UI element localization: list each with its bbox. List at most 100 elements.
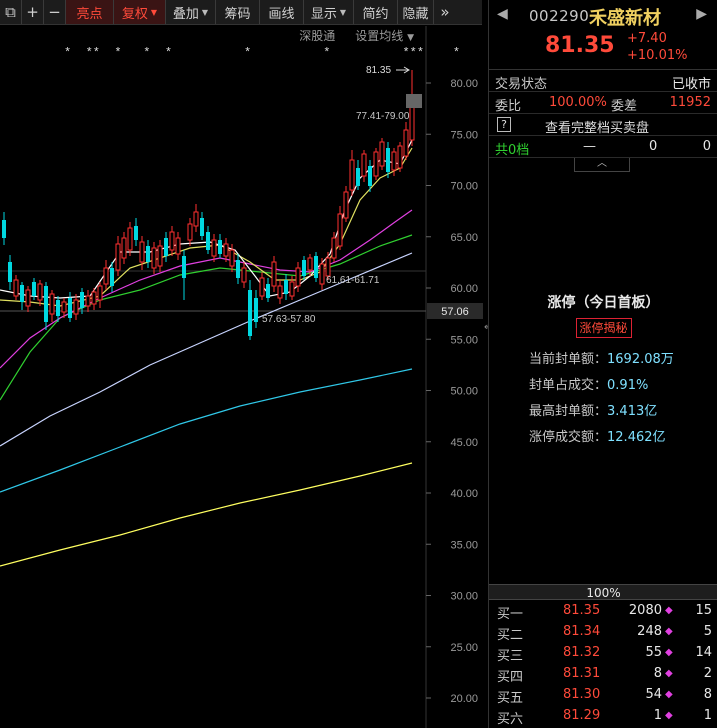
candle-up [211, 239, 217, 257]
diamond-icon: ◆ [665, 689, 673, 700]
bid-volume: 1 [653, 708, 662, 723]
limit-up-item: 最高封单额：3.413亿 [529, 404, 658, 419]
price-axis-label: 55.00 [450, 334, 478, 346]
collapse-tab[interactable]: ︿ [574, 158, 630, 172]
candle-down [386, 148, 390, 172]
svg-text:57.06: 57.06 [441, 306, 469, 318]
bid-order-count: 2 [703, 666, 712, 681]
chevron-up-icon: ︿ [597, 158, 607, 169]
last-price: 81.35 [545, 33, 615, 58]
chevron-down-icon: ▼ [339, 7, 347, 17]
candle-down [284, 280, 288, 294]
candle-up [343, 191, 349, 219]
draw-line-button[interactable]: 画线 [260, 0, 304, 24]
candle-up [379, 141, 385, 167]
prev-stock-icon[interactable]: ◀ [497, 6, 508, 22]
display-button[interactable]: 显示 ▼ [304, 0, 354, 24]
price-axis-label: 75.00 [450, 129, 478, 141]
candle-up [151, 247, 157, 269]
candle-up [127, 227, 133, 251]
candle-up [175, 237, 181, 255]
candles [2, 70, 415, 340]
candle-down [44, 286, 48, 322]
candle-down [68, 298, 72, 318]
candle-down [80, 292, 84, 308]
candle-up [259, 277, 265, 297]
bid-row[interactable]: 买三 81.32 55 ◆ 14 [489, 642, 717, 664]
market-link[interactable]: 深股通 [299, 27, 335, 44]
bid-row[interactable]: 买六 81.29 1 ◆ 1 [489, 705, 717, 727]
bid-row[interactable]: 买二 81.34 248 ◆ 5 [489, 621, 717, 643]
candle-up [337, 213, 343, 247]
limit-up-item: 涨停成交额：12.462亿 [529, 430, 666, 445]
chevron-down-icon: ▼ [407, 32, 414, 43]
candle-down [200, 218, 204, 236]
price-axis: 80.00 75.00 70.00 65.00 60.00 55.00 50.00 45.00… [426, 78, 478, 705]
overlay-button[interactable]: 叠加 ▼ [166, 0, 216, 24]
bid-price: 81.30 [563, 687, 601, 702]
bid-volume: 55 [645, 645, 662, 660]
svg-text:81.35: 81.35 [366, 65, 391, 76]
candle-up [391, 151, 397, 171]
price-axis-label: 20.00 [450, 693, 478, 705]
candle-up [61, 301, 67, 313]
bid-volume: 54 [645, 687, 662, 702]
price-axis-label: 70.00 [450, 181, 478, 193]
next-stock-icon[interactable]: ▶ [696, 6, 707, 22]
candle-down [206, 232, 210, 250]
candle-down [110, 268, 114, 286]
chevron-down-icon: ▼ [150, 7, 158, 17]
chevron-down-icon: ▼ [201, 7, 209, 17]
bid-price: 81.35 [563, 603, 601, 618]
candle-up [37, 283, 43, 301]
candle-down [20, 285, 24, 302]
price-axis-label: 25.00 [450, 642, 478, 654]
candle-up [241, 267, 247, 283]
candle-down [218, 240, 222, 254]
full-book-button[interactable]: ? 查看完整档买卖盘 [489, 114, 717, 136]
expand-icon[interactable]: » [434, 0, 456, 24]
candle-up [289, 281, 295, 297]
highlight-button[interactable]: 亮点 [66, 0, 114, 24]
order-book: 100% 买一 81.35 2080 ◆ 15 买二 81.34 248 ◆ 5 买三 81.32 55… [489, 584, 717, 727]
hide-button[interactable]: 隐藏 [398, 0, 434, 24]
diamond-icon: ◆ [665, 647, 673, 658]
candle-up [403, 129, 409, 157]
limit-up-reveal-button[interactable]: 涨停揭秘 [575, 318, 632, 338]
limit-up-item: 封单占成交：0.91% [529, 378, 649, 393]
diamond-icon: ◆ [665, 710, 673, 721]
bid-row[interactable]: 买一 81.35 2080 ◆ 15 [489, 600, 717, 622]
candle-up [331, 237, 337, 259]
adjust-button[interactable]: 复权 ▼ [114, 0, 166, 24]
bid-row[interactable]: 买四 81.31 8 ◆ 2 [489, 663, 717, 685]
candle-up [295, 267, 301, 287]
candlestick-chart[interactable]: 80.00 75.00 70.00 65.00 60.00 55.00 50.00 45.00… [0, 0, 488, 728]
minus-icon[interactable]: − [44, 0, 66, 24]
svg-text:77.41-79.00: 77.41-79.00 [356, 111, 410, 122]
candle-up [373, 151, 379, 177]
candle-up [121, 237, 127, 259]
candle-down [56, 300, 60, 316]
levels-row: 共0档 — 0 0 [489, 136, 717, 158]
chips-button[interactable]: 筹码 [216, 0, 260, 24]
candle-up [115, 243, 121, 271]
bid-level-label: 买四 [497, 670, 524, 685]
candle-up [97, 285, 103, 301]
candle-up [319, 263, 325, 285]
ratio-row: 委比 100.00% 委差 11952 [489, 92, 717, 114]
simple-button[interactable]: 简约 [354, 0, 398, 24]
candle-up [91, 291, 97, 305]
status-row: 交易状态 已收市 [489, 70, 717, 92]
price-axis-label: 80.00 [450, 78, 478, 90]
candle-down [248, 290, 252, 336]
restore-icon[interactable]: ⧉ [0, 0, 22, 24]
candle-down [266, 284, 270, 298]
plus-icon[interactable]: + [22, 0, 44, 24]
ma-settings-link[interactable]: 设置均线 ▼ [355, 27, 414, 44]
candle-up [157, 245, 163, 267]
diamond-icon: ◆ [665, 626, 673, 637]
limit-up-title: 涨停（今日首板） [547, 295, 660, 311]
bid-row[interactable]: 买五 81.30 54 ◆ 8 [489, 684, 717, 706]
candle-up [307, 257, 313, 271]
candle-up [397, 145, 403, 169]
